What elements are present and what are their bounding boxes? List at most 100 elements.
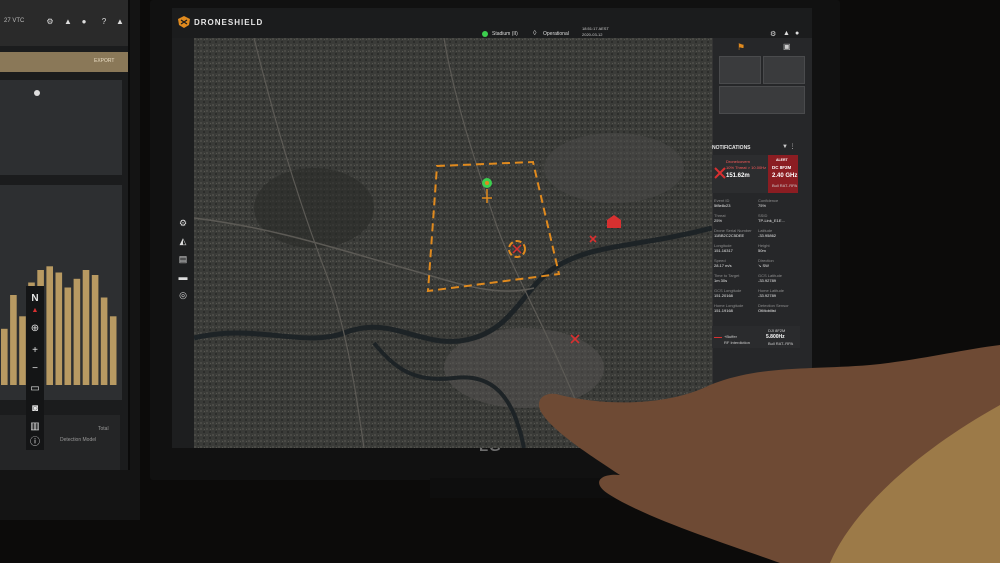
bar [82, 270, 90, 385]
alert-extra: Bull RAT..RPA [772, 183, 798, 188]
filter-icon[interactable]: ▼ ⋮ [782, 143, 796, 150]
detail-value: 28.17 m/s [714, 263, 732, 268]
secondary-bar-chart [1, 266, 117, 385]
export-label: EXPORT [94, 58, 115, 64]
detail-value: 1m 30s [714, 278, 728, 283]
detail-value: 75% [758, 203, 767, 208]
secondary-screen: 27 VTC ⚙ ▲ ● ? ▲ EXPORT Detection Model … [0, 0, 130, 470]
alert-icon[interactable]: ▲ [64, 18, 72, 26]
folder-icon[interactable]: ▬ [178, 272, 188, 282]
compass-arrow-icon: ▲ [31, 307, 39, 314]
zoom-out-button[interactable]: − [26, 360, 44, 378]
bar [19, 316, 26, 385]
bar [73, 278, 81, 385]
alert-sub: 10% Threat > 10.00Hz [726, 165, 767, 170]
ruler-icon[interactable]: ▭ [26, 380, 44, 398]
info-icon[interactable]: ⓘ [26, 434, 44, 452]
detail-value: 25% [714, 218, 723, 223]
detail-value: TP-Link_E1E... [758, 218, 785, 223]
clock-date: 2020-03-12 [582, 32, 603, 37]
shield-icon: ◊ [533, 30, 537, 37]
detail-field: Home Latitude -33.92789 [758, 288, 784, 298]
footer-left1: +Buffer [724, 334, 737, 339]
user-icon[interactable]: ● [795, 30, 799, 37]
settings-icon[interactable]: ⚙ [46, 18, 54, 26]
camera-tab-icon[interactable]: ▣ [783, 42, 793, 52]
widget-tile-2[interactable] [763, 56, 805, 84]
alert-badge-panel: ALERT DC 8F2M 2.40 GHz Bull RAT..RPA [768, 155, 798, 193]
alert-distance: 151.62m [726, 173, 750, 179]
detail-value: 151.20168 [714, 293, 733, 298]
detail-value: 5f8e8c23 [714, 203, 731, 208]
detail-value: OtMobilist [758, 308, 776, 313]
system-status[interactable]: Operational [543, 31, 569, 37]
pointing-hand [538, 345, 1000, 563]
left-toolbar: ⚙ ◭ ▤ ▬ ◎ [172, 38, 194, 448]
alert-name: DroneIcovern [726, 159, 751, 164]
detail-value: 50m [758, 248, 766, 253]
widget-tile-3[interactable] [719, 86, 805, 114]
profile-icon[interactable]: ● [80, 18, 88, 26]
detail-field: Height 50m [758, 243, 770, 253]
detail-field: Event ID 5f8e8c23 [714, 198, 730, 208]
gear-icon[interactable]: ⚙ [770, 30, 776, 38]
bar [55, 272, 63, 385]
detail-field: Time to Target 1m 30s [714, 273, 739, 283]
bar [64, 287, 72, 385]
alert-frequency: 2.40 GHz [772, 173, 798, 179]
detail-value: 151.16317 [714, 248, 733, 253]
bar [46, 266, 53, 385]
detail-field: Home Longitude 151.19168 [714, 303, 743, 313]
detail-field: Speed 28.17 m/s [714, 258, 732, 268]
site-selector[interactable]: Stadium (II) [492, 31, 518, 37]
secondary-monitor: 27 VTC ⚙ ▲ ● ? ▲ EXPORT Detection Model … [0, 0, 140, 520]
detection-details: Event ID 5f8e8c23 Confidence 75% Threat 25% SS… [712, 196, 800, 324]
bar [10, 295, 17, 385]
map-controls: N ▲ ⊕ + − ▭ ◙ ▥ ⓘ [26, 286, 44, 450]
alert-badge: ALERT [776, 158, 788, 162]
detail-field: SSID TP-Link_E1E... [758, 213, 785, 223]
secondary-table-col: Total [98, 426, 109, 432]
detail-field: Drone Serial Number 11BB2C2C5DEE [714, 228, 752, 238]
detail-value: -33.92789 [758, 293, 777, 298]
widget-tile-1[interactable] [719, 56, 761, 84]
map-icon[interactable]: ▤ [178, 254, 188, 264]
detail-value: 151.19168 [714, 308, 733, 313]
globe-icon[interactable]: ◎ [178, 290, 188, 300]
droneshield-logo-icon [178, 16, 190, 28]
detail-value: ↘ SW [758, 263, 769, 268]
detail-field: Detection Sensor OtMobilist [758, 303, 789, 313]
detail-value: 11BB2C2C5DEE [714, 233, 745, 238]
alert-tab-icon[interactable]: ⚑ [737, 42, 747, 52]
detail-field: Longitude 151.16317 [714, 243, 733, 253]
alert-card[interactable]: DroneIcovern 10% Threat > 10.00Hz 151.62… [712, 155, 770, 193]
bar [91, 275, 99, 385]
secondary-topbar-text: 27 VTC [4, 18, 25, 24]
detail-field: Threat 25% [714, 213, 726, 223]
detail-value: -33.92789 [758, 278, 777, 283]
secondary-table-header: Detection Model [60, 437, 97, 443]
bar [1, 328, 8, 385]
zoom-in-button[interactable]: + [26, 342, 44, 360]
brand-name: DRONESHIELD [194, 18, 264, 27]
drone-threat-icon [714, 167, 726, 179]
locate-icon[interactable]: ⊕ [26, 320, 44, 338]
buffer-line [714, 337, 722, 338]
detail-field: GCS Latitude -33.92789 [758, 273, 782, 283]
cursor-icon [34, 90, 40, 96]
warning-icon[interactable]: ▲ [783, 30, 790, 37]
detail-field: Confidence 75% [758, 198, 778, 208]
clock: 18:51:17 AEST 2020-03-12 [582, 26, 609, 38]
detail-field: Latitude -33.95862 [758, 228, 776, 238]
camera-icon[interactable]: ◙ [26, 400, 44, 418]
help-icon[interactable]: ? [100, 18, 108, 26]
bar [109, 316, 117, 385]
footer-right1: DJI 8F2M [768, 328, 786, 333]
settings-icon[interactable]: ⚙ [178, 218, 188, 228]
detail-field: GCS Longitude 151.20168 [714, 288, 741, 298]
sensor-icon[interactable]: ◭ [178, 236, 188, 246]
user-icon[interactable]: ▲ [116, 18, 124, 26]
alert-model: DC 8F2M [772, 165, 792, 170]
footer-right2: 5.800Hz [766, 334, 785, 340]
detail-value: -33.95862 [758, 233, 777, 238]
